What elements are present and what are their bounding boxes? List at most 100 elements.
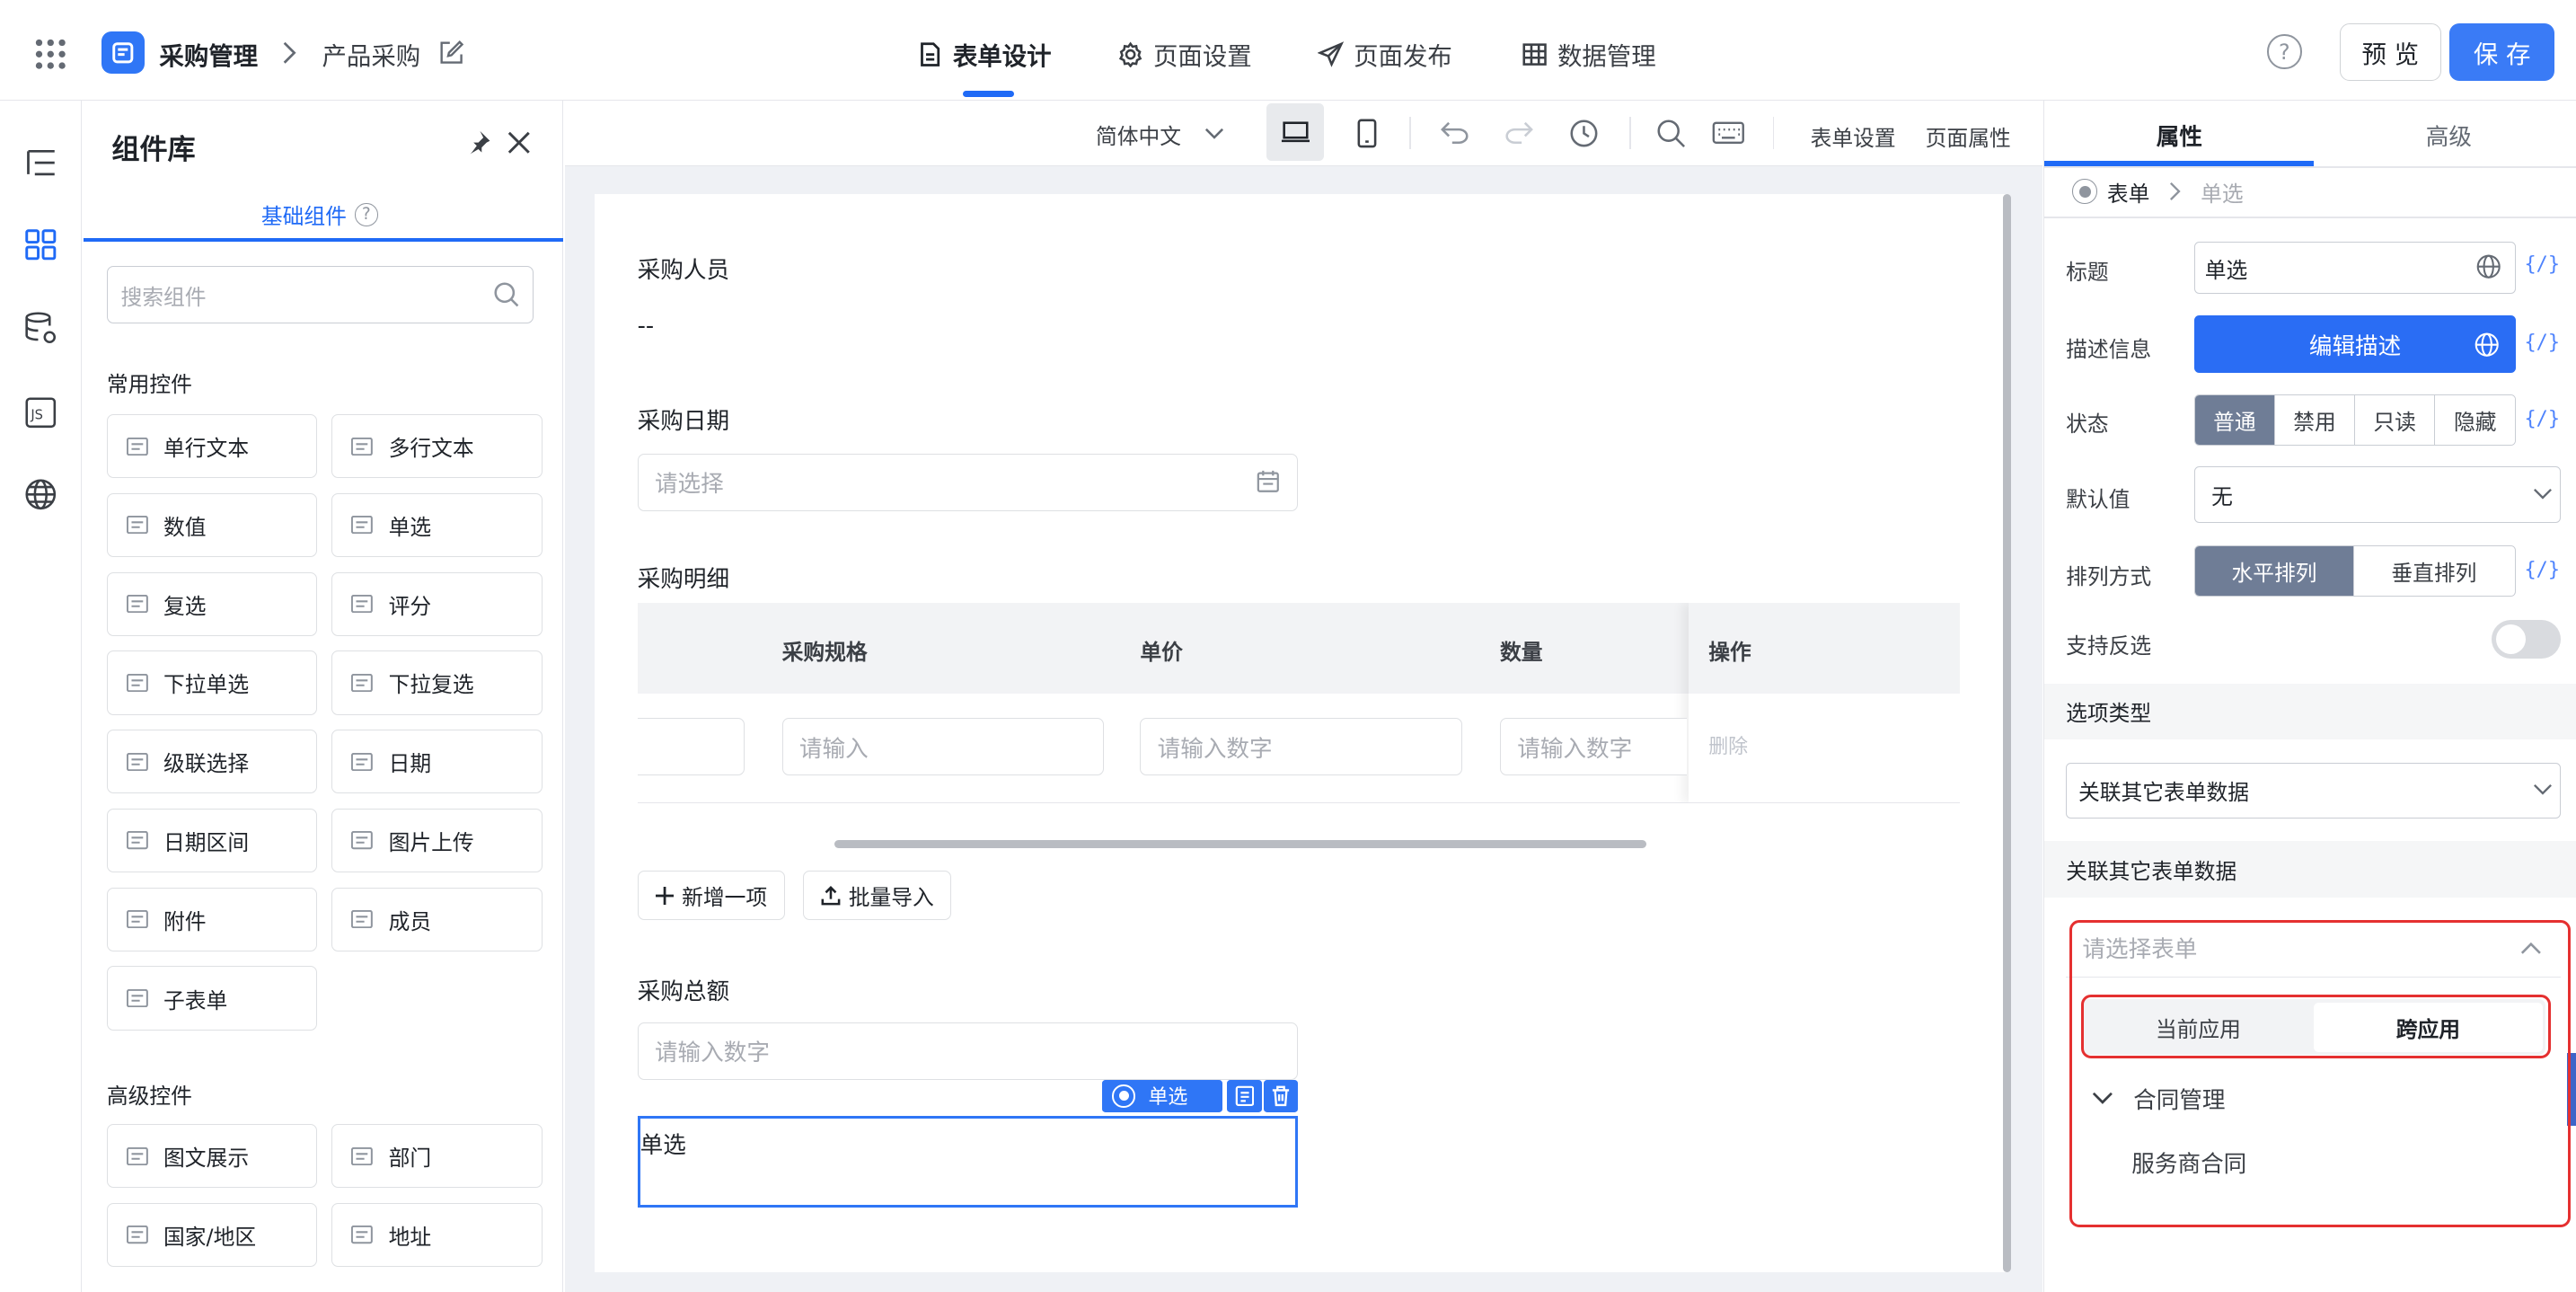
state-hidden[interactable]: 隐藏 bbox=[2435, 394, 2516, 445]
tab-page-publish[interactable]: 页面发布 bbox=[1317, 33, 1452, 76]
javascript-icon[interactable]: JS bbox=[22, 393, 61, 432]
tab-data-management[interactable]: 数据管理 bbox=[1522, 33, 1656, 76]
component-star[interactable]: 评分 bbox=[331, 571, 543, 636]
calendar-icon[interactable] bbox=[1255, 468, 1281, 494]
preview-button[interactable]: 预 览 bbox=[2339, 22, 2441, 81]
user-icon bbox=[351, 909, 375, 929]
table-cell-input[interactable]: 请输入数字 bbox=[1140, 718, 1462, 776]
help-icon[interactable]: ? bbox=[355, 203, 378, 226]
component-subform[interactable]: 子表单 bbox=[106, 966, 317, 1031]
title-input[interactable]: 单选 bbox=[2193, 241, 2517, 295]
redo-icon[interactable] bbox=[1500, 117, 1536, 150]
total-amount-input[interactable]: 请输入数字 bbox=[637, 1022, 1298, 1080]
expression-button[interactable]: {/} bbox=[2524, 332, 2560, 354]
component-label: 下拉复选 bbox=[388, 672, 474, 698]
mobile-view-icon[interactable] bbox=[1351, 115, 1384, 151]
component-label: 下拉单选 bbox=[163, 672, 250, 698]
edit-icon[interactable] bbox=[437, 38, 467, 67]
expression-button[interactable]: {/} bbox=[2524, 408, 2560, 430]
component-image[interactable]: 图片上传 bbox=[331, 808, 543, 873]
component-search-input[interactable]: 搜索组件 bbox=[106, 266, 534, 324]
component-richtext[interactable]: 图文展示 bbox=[106, 1124, 317, 1189]
state-segmented-control: 普通 禁用 只读 隐藏 bbox=[2193, 394, 2517, 446]
globe-icon[interactable] bbox=[22, 475, 61, 515]
page-name[interactable]: 产品采购 bbox=[322, 36, 421, 72]
data-source-icon[interactable] bbox=[22, 309, 61, 349]
language-select[interactable]: 简体中文 bbox=[1096, 119, 1224, 150]
table-cell-input[interactable]: 请输入数字 bbox=[1499, 718, 1688, 776]
pin-icon[interactable] bbox=[462, 127, 495, 160]
history-icon[interactable] bbox=[1566, 115, 1601, 151]
option-type-select[interactable]: 关联其它表单数据 bbox=[2066, 762, 2561, 819]
component-checkbox[interactable]: 复选 bbox=[106, 571, 317, 636]
component-calendar[interactable]: 日期 bbox=[331, 730, 543, 794]
title-label: 标题 bbox=[2066, 260, 2109, 286]
component-dropdown[interactable]: 下拉单选 bbox=[106, 650, 317, 715]
keyboard-icon[interactable] bbox=[1710, 117, 1746, 150]
action-column: 操作 删除 bbox=[1689, 603, 1961, 804]
save-button[interactable]: 保 存 bbox=[2449, 22, 2555, 81]
table-cell-input[interactable] bbox=[637, 718, 745, 776]
component-single-line[interactable]: 单行文本 bbox=[106, 413, 317, 479]
state-readonly[interactable]: 只读 bbox=[2355, 394, 2436, 445]
component-cascade[interactable]: 级联选择 bbox=[106, 730, 317, 794]
component-radio[interactable]: 单选 bbox=[331, 492, 543, 558]
default-value-select[interactable]: 无 bbox=[2193, 466, 2561, 523]
tab-page-settings[interactable]: 页面设置 bbox=[1117, 33, 1252, 76]
expression-button[interactable]: {/} bbox=[2524, 253, 2560, 276]
component-number[interactable]: 数值 bbox=[106, 492, 317, 558]
invert-select-toggle[interactable] bbox=[2491, 619, 2561, 659]
component-multi-line[interactable]: 多行文本 bbox=[331, 413, 543, 479]
globe-icon[interactable] bbox=[2475, 253, 2501, 279]
component-attachment[interactable]: 附件 bbox=[106, 887, 317, 952]
component-dropdown-multi[interactable]: 下拉复选 bbox=[331, 650, 543, 715]
chevron-down-icon bbox=[2531, 485, 2554, 505]
search-icon[interactable] bbox=[491, 279, 521, 309]
selected-radio-field[interactable]: 单选 bbox=[637, 1115, 1298, 1208]
tab-page-publish-label: 页面发布 bbox=[1354, 43, 1452, 72]
app-grid-icon[interactable] bbox=[33, 36, 69, 72]
tab-advanced[interactable]: 高级 bbox=[2426, 119, 2472, 152]
component-department[interactable]: 部门 bbox=[331, 1124, 543, 1189]
component-label: 数值 bbox=[163, 514, 207, 540]
search-icon[interactable] bbox=[1653, 115, 1689, 151]
form-canvas: 采购人员 -- 采购日期 请选择 采购明细 采购规格 单价 数量 操作 删除 请… bbox=[595, 193, 2008, 1272]
expression-button[interactable]: {/} bbox=[2524, 559, 2560, 581]
add-item-label: 新增一项 bbox=[682, 885, 768, 911]
undo-icon[interactable] bbox=[1437, 117, 1473, 150]
component-date-range[interactable]: 日期区间 bbox=[106, 808, 317, 873]
delete-row-link[interactable]: 删除 bbox=[1708, 731, 1748, 759]
page-properties-button[interactable]: 页面属性 bbox=[1926, 120, 2011, 152]
date-range-icon bbox=[126, 831, 149, 851]
state-normal[interactable]: 普通 bbox=[2194, 394, 2275, 445]
component-map[interactable]: 地址 bbox=[331, 1202, 543, 1268]
batch-import-button[interactable]: 批量导入 bbox=[803, 871, 952, 921]
component-globe[interactable]: 国家/地区 bbox=[106, 1202, 317, 1268]
table-cell-input[interactable]: 请输入 bbox=[781, 718, 1105, 776]
canvas-scrollbar[interactable] bbox=[2002, 193, 2011, 1272]
component-user[interactable]: 成员 bbox=[331, 887, 543, 952]
outline-tree-icon[interactable] bbox=[22, 143, 61, 182]
layout-vertical[interactable]: 垂直排列 bbox=[2354, 546, 2514, 596]
copy-icon[interactable] bbox=[1227, 1079, 1262, 1113]
tab-properties[interactable]: 属性 bbox=[2157, 119, 2202, 152]
selected-component-tag[interactable]: 单选 bbox=[1102, 1079, 1222, 1113]
help-icon[interactable]: ? bbox=[2267, 34, 2302, 69]
breadcrumb-form[interactable]: 表单 bbox=[2107, 176, 2150, 208]
globe-icon[interactable] bbox=[2474, 332, 2500, 358]
purchase-date-input[interactable]: 请选择 bbox=[637, 453, 1298, 511]
layout-horizontal[interactable]: 水平排列 bbox=[2194, 546, 2355, 596]
app-name[interactable]: 采购管理 bbox=[159, 36, 258, 72]
tab-form-design[interactable]: 表单设计 bbox=[917, 33, 1052, 76]
components-icon[interactable] bbox=[22, 226, 61, 265]
close-icon[interactable] bbox=[503, 127, 536, 160]
horizontal-scrollbar[interactable] bbox=[834, 839, 1646, 848]
trash-icon[interactable] bbox=[1263, 1079, 1298, 1113]
state-disabled[interactable]: 禁用 bbox=[2274, 394, 2356, 445]
form-settings-button[interactable]: 表单设置 bbox=[1811, 120, 1896, 152]
tab-basic-components[interactable]: 基础组件 ? bbox=[261, 199, 378, 230]
desktop-view-icon[interactable] bbox=[1266, 103, 1325, 162]
canvas-toolbar: 简体中文 表单设置 页面属性 bbox=[565, 100, 2042, 166]
edit-description-button[interactable]: 编辑描述 bbox=[2193, 315, 2517, 374]
add-item-button[interactable]: 新增一项 bbox=[637, 871, 786, 921]
